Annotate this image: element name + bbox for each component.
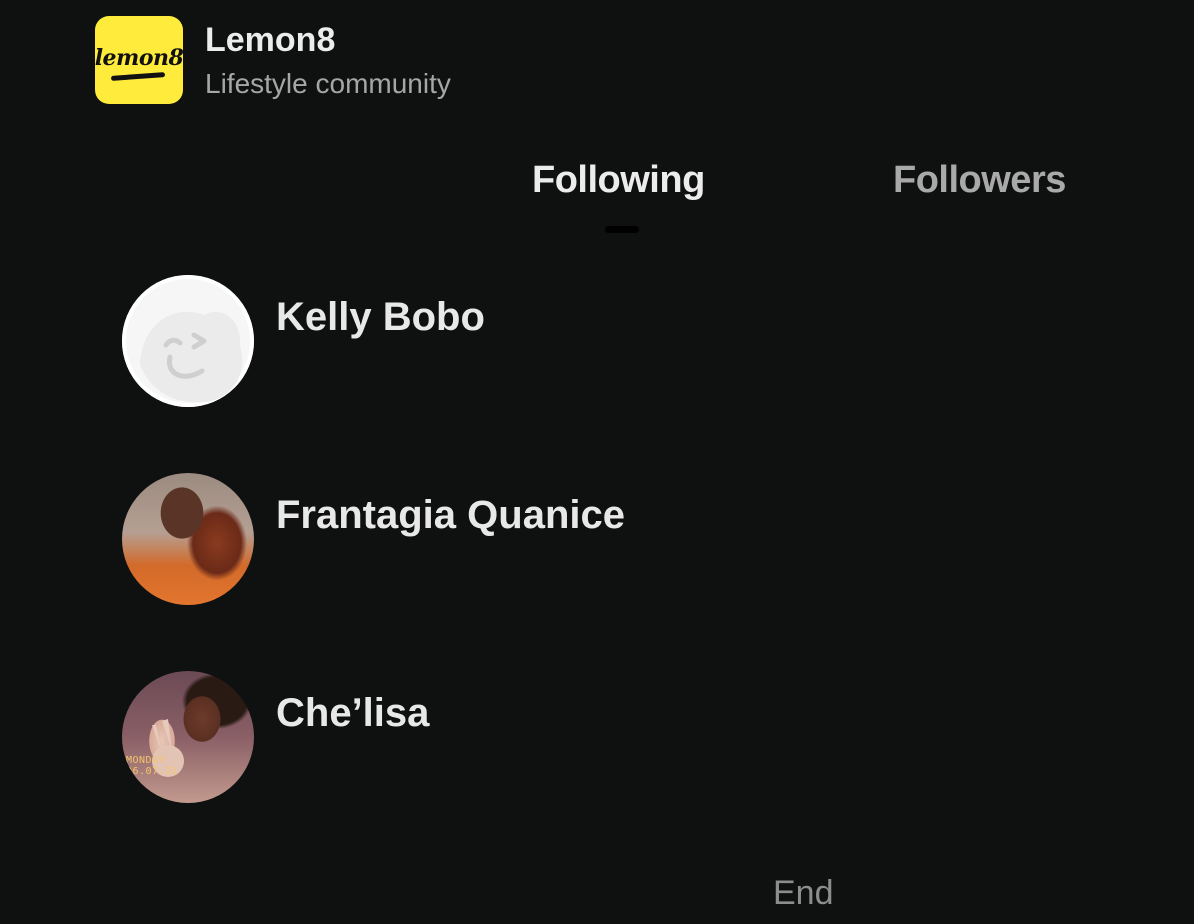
tab-followers[interactable]: Followers — [893, 156, 1066, 204]
logo-underline — [110, 72, 166, 81]
app-name: Lemon8 — [205, 21, 336, 59]
logo-wordmark: lemon8 — [95, 45, 183, 71]
peace-sign-hand — [152, 719, 184, 777]
list-item[interactable]: Frantagia Quanice — [122, 473, 1022, 671]
tab-bar: Following Followers — [0, 156, 1194, 246]
avatar[interactable]: MONDAY 06.07.21 — [122, 671, 254, 803]
active-tab-indicator — [605, 226, 639, 233]
app-meta: Lemon8 Lifestyle community — [205, 16, 451, 102]
default-avatar-icon — [140, 311, 243, 403]
list-item[interactable]: MONDAY 06.07.21 Che’lisa — [122, 671, 1022, 869]
list-item[interactable]: Kelly Bobo — [122, 275, 1022, 473]
following-list: Kelly Bobo Frantagia Quanice MONDAY 06.0… — [122, 275, 1022, 869]
user-name[interactable]: Frantagia Quanice — [276, 491, 625, 539]
end-of-list-label: End — [773, 874, 834, 912]
user-name[interactable]: Kelly Bobo — [276, 293, 485, 341]
photo-caption: MONDAY 06.07.21 — [126, 755, 179, 777]
tab-following[interactable]: Following — [532, 156, 705, 204]
app-tagline: Lifestyle community — [205, 68, 451, 99]
user-name[interactable]: Che’lisa — [276, 689, 429, 737]
avatar[interactable] — [122, 473, 254, 605]
avatar[interactable] — [122, 275, 254, 407]
lemon8-logo[interactable]: lemon8 — [95, 16, 183, 104]
app-header: lemon8 Lemon8 Lifestyle community — [95, 16, 451, 104]
